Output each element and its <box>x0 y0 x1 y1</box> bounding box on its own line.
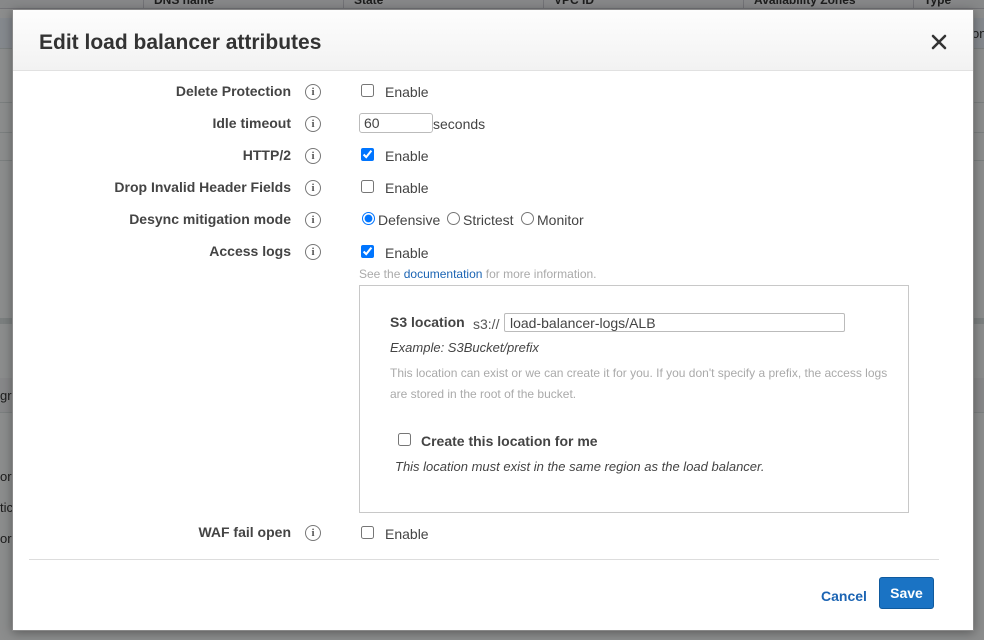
desync-monitor-label: Monitor <box>537 212 584 228</box>
waf-fail-open-enable-label: Enable <box>385 526 429 542</box>
http2-label: HTTP/2 <box>242 147 291 163</box>
s3-location-label: S3 location <box>390 314 465 330</box>
info-icon[interactable]: i <box>305 116 321 132</box>
s3-help-text: This location can exist or we can create… <box>390 366 888 401</box>
edit-attributes-modal: Edit load balancer attributes Delete Pro… <box>12 9 974 631</box>
cancel-button[interactable]: Cancel <box>821 588 867 604</box>
drop-invalid-header-checkbox[interactable] <box>361 180 374 193</box>
waf-fail-open-checkbox[interactable] <box>361 526 374 539</box>
desync-strictest-radio[interactable] <box>447 212 460 225</box>
http2-checkbox[interactable] <box>361 148 374 161</box>
info-icon[interactable]: i <box>305 525 321 541</box>
access-logs-label: Access logs <box>209 243 291 259</box>
access-logs-checkbox[interactable] <box>361 245 374 258</box>
info-icon[interactable]: i <box>305 212 321 228</box>
s3-prefix: s3:// <box>473 316 500 332</box>
desync-mitigation-label: Desync mitigation mode <box>129 211 291 227</box>
close-icon[interactable] <box>927 30 951 54</box>
s3-location-panel: S3 location s3:// Example: S3Bucket/pref… <box>359 285 909 513</box>
drop-invalid-header-label: Drop Invalid Header Fields <box>114 179 291 195</box>
modal-title: Edit load balancer attributes <box>39 31 322 54</box>
waf-fail-open-label: WAF fail open <box>198 524 291 540</box>
info-icon[interactable]: i <box>305 180 321 196</box>
create-location-checkbox[interactable] <box>398 433 411 446</box>
access-logs-hint: See the documentation for more informati… <box>359 267 597 281</box>
s3-location-input[interactable] <box>504 313 845 332</box>
delete-protection-enable-label: Enable <box>385 84 429 100</box>
desync-strictest-label: Strictest <box>463 212 514 228</box>
modal-header: Edit load balancer attributes <box>13 10 973 71</box>
create-location-label: Create this location for me <box>421 433 598 449</box>
footer-divider <box>29 559 939 560</box>
info-icon[interactable]: i <box>305 244 321 260</box>
idle-timeout-label: Idle timeout <box>212 115 291 131</box>
save-button[interactable]: Save <box>879 577 934 609</box>
documentation-link[interactable]: documentation <box>404 267 483 281</box>
s3-example: Example: S3Bucket/prefix <box>390 340 539 355</box>
info-icon[interactable]: i <box>305 148 321 164</box>
http2-enable-label: Enable <box>385 148 429 164</box>
delete-protection-checkbox[interactable] <box>361 84 374 97</box>
create-location-note: This location must exist in the same reg… <box>395 459 765 474</box>
drop-invalid-header-enable-label: Enable <box>385 180 429 196</box>
access-logs-enable-label: Enable <box>385 245 429 261</box>
desync-monitor-radio[interactable] <box>521 212 534 225</box>
desync-defensive-label: Defensive <box>378 212 441 228</box>
desync-defensive-radio[interactable] <box>362 212 375 225</box>
delete-protection-label: Delete Protection <box>175 83 291 99</box>
idle-timeout-input[interactable] <box>359 113 433 133</box>
idle-timeout-units: seconds <box>433 116 486 132</box>
hint-suffix: for more information. <box>485 267 597 281</box>
hint-prefix: See the <box>359 267 401 281</box>
info-icon[interactable]: i <box>305 84 321 100</box>
